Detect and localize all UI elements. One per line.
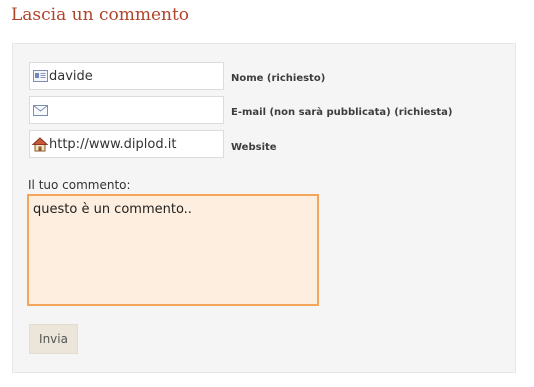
name-field[interactable] xyxy=(29,62,224,90)
website-input[interactable] xyxy=(48,132,218,156)
contact-card-icon xyxy=(32,68,48,84)
comment-label: Il tuo commento: xyxy=(28,178,131,192)
home-icon xyxy=(32,136,48,152)
email-field[interactable] xyxy=(29,96,224,124)
envelope-icon xyxy=(32,102,48,118)
name-input[interactable] xyxy=(48,64,218,88)
submit-button[interactable]: Invia xyxy=(29,324,78,354)
comment-textarea[interactable]: questo è un commento.. xyxy=(27,194,319,306)
website-field[interactable] xyxy=(29,130,224,158)
email-input[interactable] xyxy=(48,98,218,122)
section-title: Lascia un commento xyxy=(11,5,190,25)
website-label: Website xyxy=(231,142,277,153)
email-label: E-mail (non sarà pubblicata) (richiesta) xyxy=(231,107,453,118)
name-label: Nome (richiesto) xyxy=(231,73,326,84)
